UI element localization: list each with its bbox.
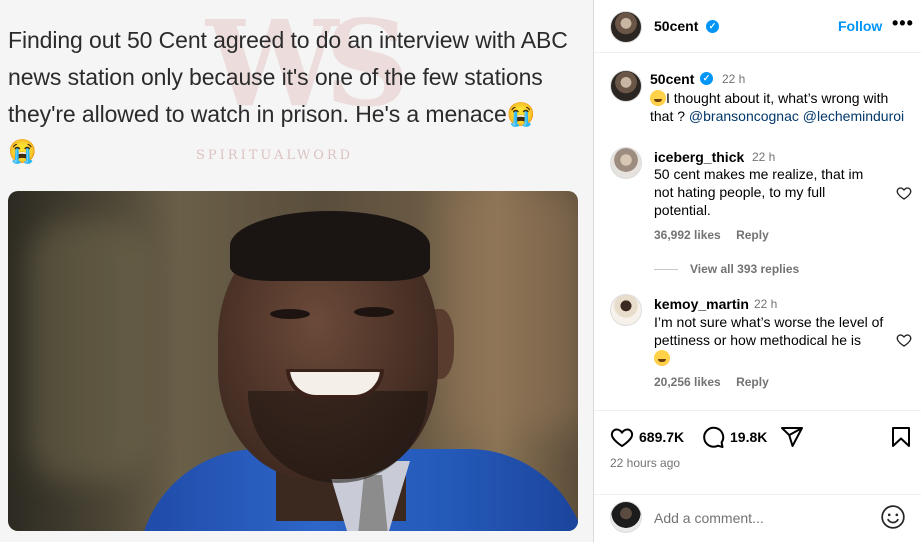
photo-hair [230, 211, 430, 281]
comment-username[interactable]: iceberg_thick [654, 149, 744, 165]
user-avatar [610, 501, 642, 533]
emoji-icon [650, 90, 666, 106]
caption-time: 22 h [722, 72, 746, 86]
photo-background-right [448, 191, 578, 431]
comment-count[interactable]: 19.8K [730, 429, 767, 445]
photo-eye-left [270, 309, 310, 319]
comment-likes[interactable]: 36,992 likes [654, 228, 721, 242]
author-username[interactable]: 50cent [654, 18, 698, 34]
view-replies-label[interactable]: View all 393 replies [690, 262, 799, 276]
view-replies[interactable]: View all 393 replies [654, 262, 799, 276]
add-comment-bar [594, 494, 921, 542]
emoji-icon [654, 350, 670, 366]
share-icon[interactable] [780, 425, 804, 449]
comment-text: 50 cent makes me realize, that im not ha… [654, 166, 864, 218]
comment-username[interactable]: kemoy_martin [654, 296, 749, 312]
caption-text: I thought about it, what’s wrong with th… [650, 89, 912, 125]
comment-time: 22 h [752, 150, 776, 164]
author-avatar[interactable] [610, 11, 642, 43]
post-actions: 689.7K 19.8K 22 hours ago [594, 410, 921, 494]
heart-icon[interactable] [896, 185, 912, 201]
comment-icon[interactable] [701, 425, 725, 449]
photo-background-left [28, 221, 148, 481]
verified-icon: ✓ [706, 20, 719, 33]
mention-link[interactable]: @bransoncognac [689, 108, 799, 124]
reply-button[interactable]: Reply [736, 228, 769, 242]
comment-text: I’m not sure what’s worse the level of p… [654, 313, 890, 367]
photo-smile [286, 369, 384, 399]
post-media: WS SPIRITUALWORD Finding out 50 Cent agr… [0, 0, 593, 542]
like-count[interactable]: 689.7K [639, 429, 684, 445]
more-icon[interactable]: ••• [892, 13, 914, 34]
commenter-avatar[interactable] [610, 147, 642, 179]
comment-time: 22 h [754, 297, 778, 311]
heart-icon[interactable] [610, 425, 634, 449]
comment-meta: 20,256 likes Reply [654, 375, 781, 389]
comment-body: I’m not sure what’s worse the level of p… [654, 314, 884, 348]
comment-likes[interactable]: 20,256 likes [654, 375, 721, 389]
post-time[interactable]: 22 hours ago [610, 456, 680, 470]
mention-link[interactable]: @lecheminduroi [803, 108, 904, 124]
post-header: 50cent ✓ Follow ••• [594, 0, 921, 53]
emoji-icon[interactable] [880, 504, 906, 530]
verified-icon: ✓ [700, 72, 713, 85]
replies-divider [654, 269, 678, 271]
tweet-text: Finding out 50 Cent agreed to do an inte… [8, 27, 568, 164]
reply-button[interactable]: Reply [736, 375, 769, 389]
caption-username[interactable]: 50cent [650, 71, 694, 87]
post-photo [8, 191, 578, 531]
photo-eye-right [354, 307, 394, 317]
comment-meta: 36,992 likes Reply [654, 228, 781, 242]
commenter-avatar[interactable] [610, 294, 642, 326]
bookmark-icon[interactable] [889, 425, 913, 449]
heart-icon[interactable] [896, 332, 912, 348]
comment-input[interactable] [654, 507, 874, 529]
comments-panel: 50cent ✓ Follow ••• 50cent ✓ 22 h I thou… [593, 0, 921, 542]
follow-button[interactable]: Follow [838, 18, 882, 34]
caption-avatar[interactable] [610, 70, 642, 102]
